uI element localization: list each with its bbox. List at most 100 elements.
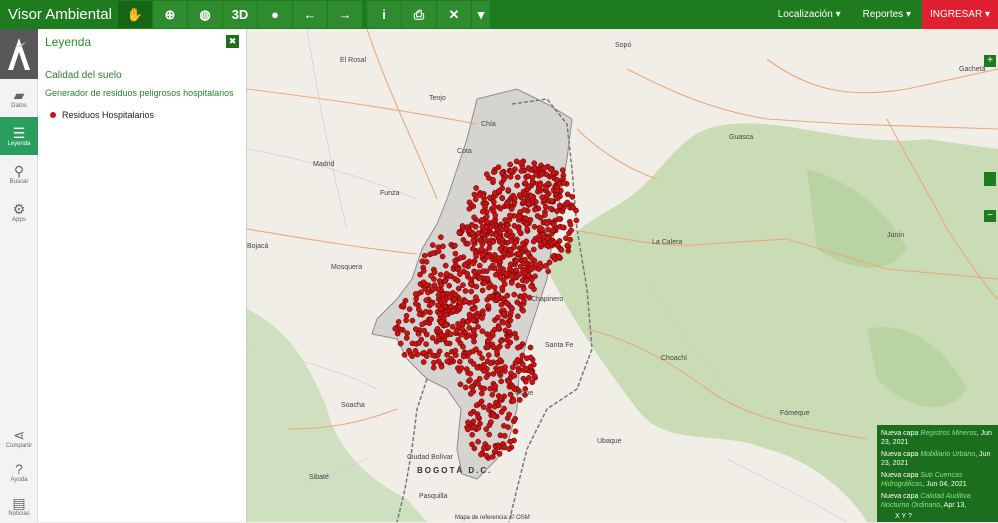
globe-icon[interactable]: ◍ — [188, 1, 222, 28]
hospital-waste-point[interactable] — [525, 250, 532, 256]
hospital-waste-point[interactable] — [416, 306, 422, 313]
hospital-waste-point[interactable] — [497, 274, 504, 281]
hospital-waste-point[interactable] — [516, 192, 523, 198]
hospital-waste-point[interactable] — [421, 327, 428, 334]
arrow-right-icon[interactable]: → — [328, 1, 362, 28]
hospital-waste-point[interactable] — [483, 453, 490, 459]
hospital-waste-point[interactable] — [437, 271, 444, 278]
hospital-waste-point[interactable] — [428, 272, 434, 279]
hospital-waste-point[interactable] — [523, 278, 530, 284]
hospital-waste-point[interactable] — [492, 383, 499, 390]
hospital-waste-point[interactable] — [514, 182, 520, 189]
hospital-waste-point[interactable] — [461, 262, 468, 268]
hospital-waste-point[interactable] — [532, 273, 538, 280]
hospital-waste-point[interactable] — [472, 269, 479, 275]
hospital-waste-point[interactable] — [560, 180, 567, 186]
hospital-waste-point[interactable] — [442, 262, 449, 269]
hospital-waste-point[interactable] — [547, 205, 554, 212]
hospital-waste-point[interactable] — [511, 244, 517, 251]
hospital-waste-point[interactable] — [528, 266, 535, 273]
hospital-waste-point[interactable] — [490, 169, 497, 175]
hospital-waste-point[interactable] — [497, 432, 504, 439]
hospital-waste-point[interactable] — [438, 318, 445, 325]
hospital-waste-point[interactable] — [479, 328, 486, 335]
hospital-waste-point[interactable] — [517, 271, 523, 278]
hospital-waste-point[interactable] — [528, 192, 534, 199]
hospital-waste-point[interactable] — [542, 204, 549, 210]
hospital-waste-point[interactable] — [478, 390, 485, 397]
hospital-waste-point[interactable] — [514, 356, 521, 363]
hospital-waste-point[interactable] — [400, 302, 407, 308]
hospital-waste-point[interactable] — [481, 385, 488, 392]
hospital-waste-point[interactable] — [473, 294, 479, 301]
hospital-waste-point[interactable] — [412, 291, 419, 297]
hospital-waste-point[interactable] — [464, 270, 471, 277]
hospital-waste-point[interactable] — [470, 418, 477, 425]
hospital-waste-point[interactable] — [397, 340, 404, 347]
hospital-waste-point[interactable] — [452, 291, 459, 298]
hospital-waste-point[interactable] — [444, 351, 450, 358]
hospital-waste-point[interactable] — [530, 238, 537, 245]
hospital-waste-point[interactable] — [491, 284, 498, 291]
hospital-waste-point[interactable] — [479, 231, 486, 238]
hospital-waste-point[interactable] — [442, 278, 449, 285]
hospital-waste-point[interactable] — [470, 299, 477, 305]
hospital-waste-point[interactable] — [429, 335, 436, 341]
news-layer-link[interactable]: Registros Mineros — [920, 430, 976, 437]
hospital-waste-point[interactable] — [511, 222, 518, 229]
hospital-waste-point[interactable] — [543, 171, 550, 178]
hospital-waste-point[interactable] — [419, 321, 425, 328]
hospital-waste-point[interactable] — [508, 309, 514, 316]
hospital-waste-point[interactable] — [489, 391, 496, 398]
hospital-waste-point[interactable] — [505, 187, 512, 193]
hospital-waste-point[interactable] — [506, 329, 513, 335]
hospital-waste-point[interactable] — [554, 187, 561, 194]
hospital-waste-point[interactable] — [443, 322, 449, 328]
hospital-waste-point[interactable] — [471, 445, 478, 452]
hospital-waste-point[interactable] — [498, 395, 504, 402]
hospital-waste-point[interactable] — [482, 204, 488, 211]
hospital-waste-point[interactable] — [439, 253, 446, 260]
hospital-waste-point[interactable] — [545, 268, 552, 275]
hospital-waste-point[interactable] — [519, 352, 526, 359]
hospital-waste-point[interactable] — [516, 397, 523, 403]
hospital-waste-point[interactable] — [573, 217, 580, 224]
hospital-waste-point[interactable] — [538, 241, 544, 248]
hospital-waste-point[interactable] — [490, 344, 497, 351]
hospital-waste-point[interactable] — [457, 381, 464, 388]
zoom-in-button[interactable]: + — [984, 55, 996, 67]
hospital-waste-point[interactable] — [484, 343, 491, 350]
hospital-waste-point[interactable] — [506, 411, 512, 418]
hospital-waste-point[interactable] — [475, 323, 481, 330]
hospital-waste-point[interactable] — [520, 286, 527, 292]
hospital-waste-point[interactable] — [548, 198, 555, 204]
hospital-waste-point[interactable] — [471, 305, 478, 312]
news-layer-link[interactable]: Mobiliario Urbano — [920, 451, 975, 458]
rail-leyenda[interactable]: ☰ Leyenda — [0, 117, 38, 155]
hospital-waste-point[interactable] — [564, 199, 571, 206]
info-icon[interactable]: i — [367, 1, 401, 28]
hospital-waste-point[interactable] — [485, 406, 492, 413]
rail-apps[interactable]: ⚙ Apps — [0, 193, 38, 231]
hospital-waste-point[interactable] — [421, 252, 428, 259]
hospital-waste-point[interactable] — [511, 291, 518, 298]
hospital-waste-point[interactable] — [539, 194, 546, 201]
hospital-waste-point[interactable] — [507, 161, 514, 168]
hospital-waste-point[interactable] — [502, 217, 509, 223]
hospital-waste-point[interactable] — [564, 242, 571, 249]
hospital-waste-point[interactable] — [507, 261, 514, 268]
hospital-waste-point[interactable] — [569, 194, 576, 200]
hospital-waste-point[interactable] — [481, 368, 487, 374]
hospital-waste-point[interactable] — [512, 428, 519, 435]
hospital-waste-point[interactable] — [510, 397, 517, 404]
rail-compartir[interactable]: ⋖ Compartir — [0, 421, 38, 455]
hospital-waste-point[interactable] — [487, 281, 494, 288]
hospital-waste-point[interactable] — [403, 312, 410, 319]
hospital-waste-point[interactable] — [528, 283, 534, 290]
hospital-waste-point[interactable] — [465, 319, 471, 325]
hospital-waste-point[interactable] — [438, 363, 445, 370]
hospital-waste-point[interactable] — [485, 444, 492, 451]
hospital-waste-point[interactable] — [507, 174, 514, 180]
hospital-waste-point[interactable] — [554, 208, 560, 215]
zoom-icon[interactable]: ⊕ — [153, 1, 187, 28]
